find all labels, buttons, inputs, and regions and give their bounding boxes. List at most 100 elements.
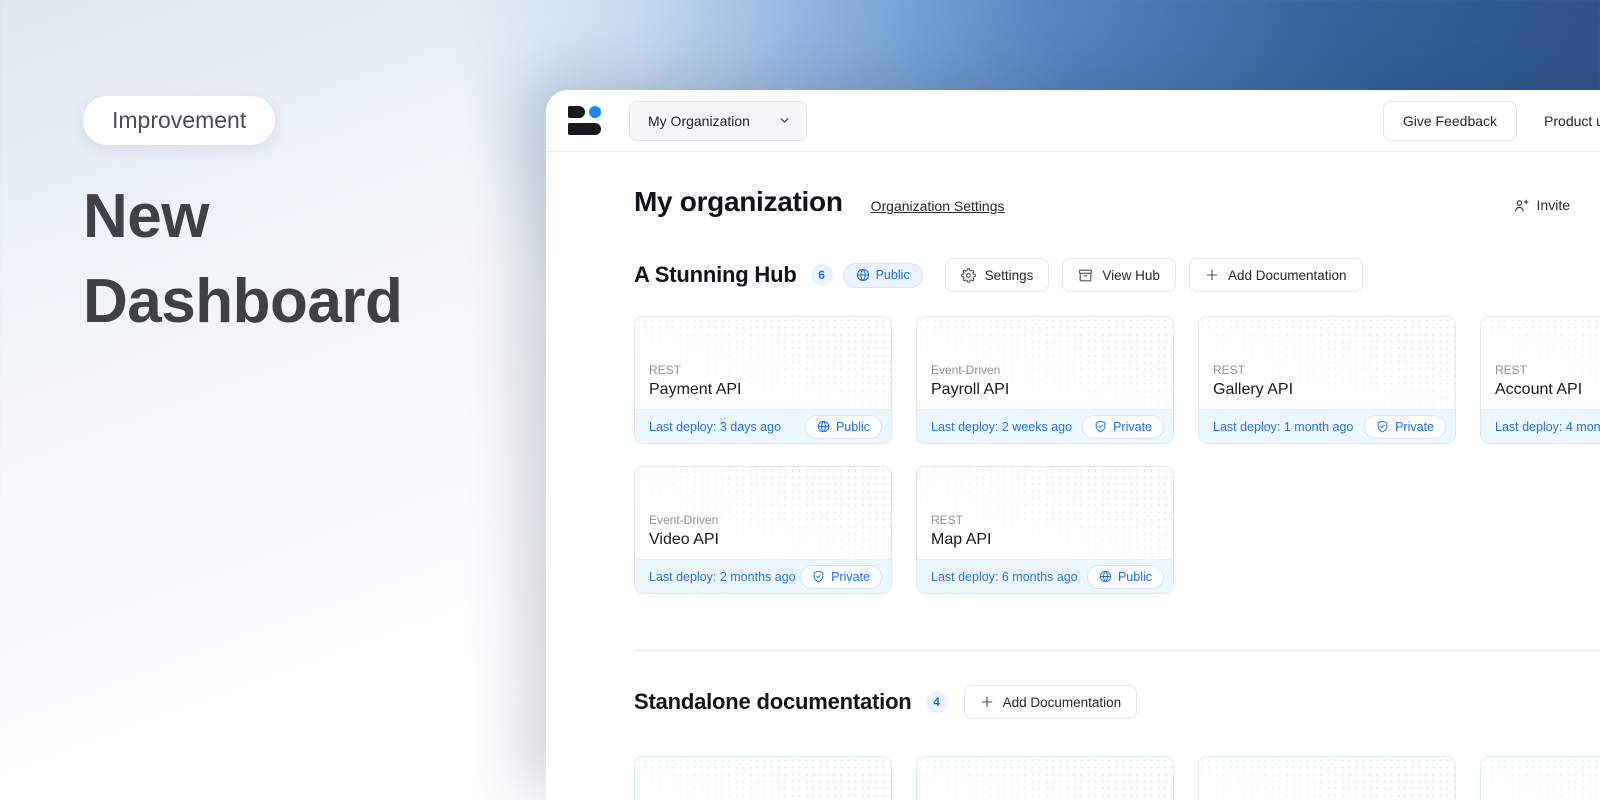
logo-dot	[589, 106, 601, 118]
api-card-body: REST Account API	[1481, 317, 1600, 409]
hub-header: A Stunning Hub 6 Public Settings View Hu…	[634, 258, 1600, 292]
api-visibility-pill: Private	[1082, 415, 1164, 439]
plus-icon	[980, 695, 994, 709]
api-card-body: Event-Driven Payroll API	[917, 317, 1173, 409]
api-card-footer: Last deploy: 2 months ago Private	[635, 559, 891, 593]
api-visibility-pill: Public	[805, 415, 882, 439]
hub-api-grid: REST Payment API Last deploy: 3 days ago…	[634, 316, 1600, 594]
documentation-card[interactable]	[1480, 756, 1600, 800]
documentation-card[interactable]	[916, 756, 1174, 800]
logo-block	[568, 106, 585, 118]
api-type: REST	[649, 363, 877, 377]
api-deploy: Last deploy: 1 month ago	[1213, 420, 1353, 434]
archive-box-icon	[1078, 268, 1093, 283]
section-divider	[634, 650, 1600, 651]
chevron-down-icon	[778, 114, 791, 127]
api-visibility-pill: Public	[1087, 565, 1164, 589]
api-card-footer: Last deploy: 4 months ago Public	[1481, 409, 1600, 443]
hub-visibility-label: Public	[876, 268, 910, 282]
api-name: Payment API	[649, 381, 877, 399]
view-hub-label: View Hub	[1102, 268, 1160, 283]
api-card-body: REST Gallery API	[1199, 317, 1455, 409]
api-visibility-label: Public	[836, 420, 870, 434]
invite-label: Invite	[1537, 197, 1570, 213]
api-deploy: Last deploy: 4 months ago	[1495, 420, 1600, 434]
release-title: New Dashboard	[83, 175, 402, 345]
hub-count-badge: 6	[811, 264, 833, 286]
api-visibility-pill: Private	[800, 565, 882, 589]
standalone-doc-grid	[634, 756, 1600, 800]
api-type: Event-Driven	[649, 513, 877, 527]
api-card-footer: Last deploy: 3 days ago Public	[635, 409, 891, 443]
product-updates-link[interactable]: Product updates	[1544, 113, 1600, 129]
api-card[interactable]: REST Payment API Last deploy: 3 days ago…	[634, 316, 892, 444]
shield-check-icon	[812, 570, 825, 583]
api-type: REST	[931, 513, 1159, 527]
standalone-add-documentation-label: Add Documentation	[1003, 695, 1122, 710]
shield-check-icon	[1094, 420, 1107, 433]
add-documentation-button[interactable]: Add Documentation	[1189, 258, 1363, 292]
api-card-body: REST Payment API	[635, 317, 891, 409]
api-visibility-label: Private	[1395, 420, 1434, 434]
api-name: Payroll API	[931, 381, 1159, 399]
logo-block	[568, 123, 601, 135]
standalone-add-documentation-button[interactable]: Add Documentation	[964, 685, 1138, 719]
api-card-footer: Last deploy: 1 month ago Private	[1199, 409, 1455, 443]
api-name: Account API	[1495, 381, 1600, 399]
organization-settings-link[interactable]: Organization Settings	[871, 198, 1005, 214]
release-title-line1: New	[83, 175, 402, 260]
gear-icon	[961, 268, 976, 283]
api-deploy: Last deploy: 2 weeks ago	[931, 420, 1072, 434]
api-type: Event-Driven	[931, 363, 1159, 377]
api-type: REST	[1213, 363, 1441, 377]
api-visibility-label: Private	[1113, 420, 1152, 434]
bump-logo	[568, 106, 605, 135]
hub-settings-button[interactable]: Settings	[945, 258, 1050, 292]
shield-check-icon	[1376, 420, 1389, 433]
api-card[interactable]: REST Gallery API Last deploy: 1 month ag…	[1198, 316, 1456, 444]
api-card-body: REST Map API	[917, 467, 1173, 559]
api-name: Video API	[649, 531, 877, 549]
hub-title: A Stunning Hub	[634, 262, 797, 288]
standalone-header: Standalone documentation 4 Add Documenta…	[634, 685, 1600, 719]
org-selector-label: My Organization	[648, 113, 750, 129]
release-title-line2: Dashboard	[83, 260, 402, 345]
page-title: My organization	[634, 186, 843, 218]
invite-button[interactable]: Invite	[1513, 197, 1570, 214]
api-card[interactable]: Event-Driven Video API Last deploy: 2 mo…	[634, 466, 892, 594]
topbar: My Organization Give Feedback Product up…	[546, 90, 1600, 152]
api-deploy: Last deploy: 2 months ago	[649, 570, 796, 584]
api-deploy: Last deploy: 6 months ago	[931, 570, 1078, 584]
give-feedback-button[interactable]: Give Feedback	[1383, 101, 1517, 141]
page-header: My organization Organization Settings In…	[634, 186, 1600, 218]
api-deploy: Last deploy: 3 days ago	[649, 420, 781, 434]
api-type: REST	[1495, 363, 1600, 377]
hero-announcement: Improvement New Dashboard	[83, 96, 402, 345]
globe-icon	[856, 268, 870, 282]
org-selector-dropdown[interactable]: My Organization	[629, 101, 807, 141]
hub-visibility-badge: Public	[843, 263, 923, 288]
globe-icon	[817, 420, 830, 433]
api-visibility-pill: Private	[1364, 415, 1446, 439]
hub-actions: Settings View Hub Add Documentation	[945, 258, 1363, 292]
api-name: Gallery API	[1213, 381, 1441, 399]
dashboard-window: My Organization Give Feedback Product up…	[546, 90, 1600, 800]
user-plus-icon	[1513, 197, 1530, 214]
api-card-footer: Last deploy: 2 weeks ago Private	[917, 409, 1173, 443]
api-visibility-label: Private	[831, 570, 870, 584]
api-card[interactable]: REST Account API Last deploy: 4 months a…	[1480, 316, 1600, 444]
view-hub-button[interactable]: View Hub	[1062, 258, 1176, 292]
documentation-card[interactable]	[634, 756, 892, 800]
api-card[interactable]: REST Map API Last deploy: 6 months ago P…	[916, 466, 1174, 594]
api-card-body: Event-Driven Video API	[635, 467, 891, 559]
hub-settings-label: Settings	[985, 268, 1034, 283]
topbar-right: Give Feedback Product updates	[1383, 101, 1600, 141]
release-type-badge: Improvement	[83, 96, 275, 145]
api-visibility-label: Public	[1118, 570, 1152, 584]
add-documentation-label: Add Documentation	[1228, 268, 1347, 283]
api-card-footer: Last deploy: 6 months ago Public	[917, 559, 1173, 593]
documentation-card[interactable]	[1198, 756, 1456, 800]
globe-icon	[1099, 570, 1112, 583]
api-name: Map API	[931, 531, 1159, 549]
api-card[interactable]: Event-Driven Payroll API Last deploy: 2 …	[916, 316, 1174, 444]
